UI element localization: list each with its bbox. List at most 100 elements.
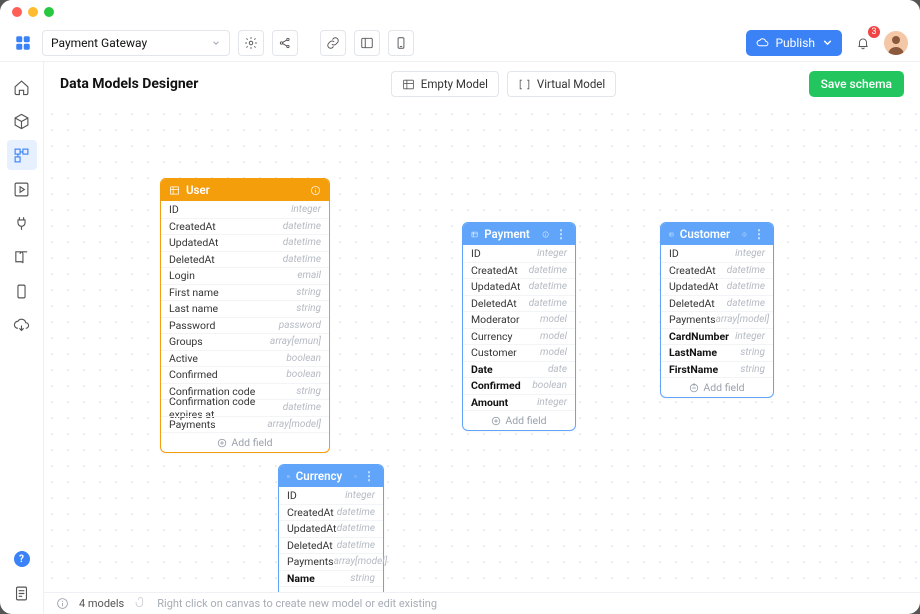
settings-button[interactable] — [238, 30, 264, 56]
field-row[interactable]: Confirmedboolean — [161, 366, 329, 383]
field-row[interactable]: Paymentsarray[model] — [661, 311, 773, 328]
sidebar-item-home[interactable] — [7, 72, 37, 102]
status-hint: Right click on canvas to create new mode… — [157, 597, 437, 610]
field-row[interactable]: IDinteger — [279, 487, 383, 504]
field-row[interactable]: Groupsarray[emun] — [161, 333, 329, 350]
field-row[interactable]: First namestring — [161, 284, 329, 301]
publish-button[interactable]: Publish — [746, 30, 842, 56]
sidebar-item-cube[interactable] — [7, 106, 37, 136]
field-row[interactable]: Paymentsarray[model] — [279, 553, 383, 570]
app-logo-icon[interactable] — [12, 32, 34, 54]
model-card-customer[interactable]: Customer ⋮ IDintegerCreatedAtdatetimeUpd… — [660, 222, 774, 398]
add-field-button[interactable]: Add field — [279, 586, 383, 592]
field-row[interactable]: Namestring — [279, 570, 383, 587]
field-name: Currency — [471, 330, 512, 343]
model-header-currency[interactable]: Currency ⋮ — [279, 465, 383, 487]
field-row[interactable]: Paymentsarray[model] — [161, 416, 329, 433]
field-row[interactable]: LastNamestring — [661, 344, 773, 361]
design-canvas[interactable]: User IDintegerCreatedAtdatetimeUpdatedAt… — [44, 106, 920, 592]
model-card-payment[interactable]: Payment ⋮ IDintegerCreatedAtdatetimeUpda… — [462, 222, 576, 431]
field-name: DeletedAt — [287, 539, 333, 552]
kebab-icon[interactable]: ⋮ — [555, 228, 567, 240]
sidebar-item-data-models[interactable] — [7, 140, 37, 170]
kebab-icon[interactable]: ⋮ — [753, 228, 765, 240]
field-row[interactable]: DeletedAtdatetime — [463, 295, 575, 312]
field-row[interactable]: Passwordpassword — [161, 317, 329, 334]
kebab-icon[interactable]: ⋮ — [363, 470, 375, 482]
field-row[interactable]: Activeboolean — [161, 350, 329, 367]
field-row[interactable]: Confirmation code expires atdatetime — [161, 399, 329, 416]
field-name: Payments — [669, 313, 716, 326]
topbar: Payment Gateway Publish 3 — [0, 24, 920, 62]
mobile-view-button[interactable] — [388, 30, 414, 56]
field-name: ID — [287, 489, 297, 502]
info-icon[interactable] — [310, 185, 321, 196]
sidebar-item-play[interactable] — [7, 174, 37, 204]
panel-left-button[interactable] — [354, 30, 380, 56]
field-name: Payments — [287, 555, 334, 568]
model-title-user: User — [186, 183, 210, 197]
info-icon[interactable] — [542, 229, 549, 240]
field-row[interactable]: UpdatedAtdatetime — [161, 234, 329, 251]
sidebar-help-button[interactable]: ? — [7, 544, 37, 574]
add-field-button[interactable]: Add field — [661, 377, 773, 397]
field-row[interactable]: CreatedAtdatetime — [661, 262, 773, 279]
field-type: array[model] — [716, 314, 770, 325]
link-button[interactable] — [320, 30, 346, 56]
window-close-icon[interactable] — [12, 7, 22, 17]
field-row[interactable]: Confirmedboolean — [463, 377, 575, 394]
empty-model-button[interactable]: Empty Model — [391, 71, 499, 97]
field-row[interactable]: CreatedAtdatetime — [279, 504, 383, 521]
field-name: DeletedAt — [169, 253, 215, 266]
field-row[interactable]: CreatedAtdatetime — [161, 218, 329, 235]
model-card-user[interactable]: User IDintegerCreatedAtdatetimeUpdatedAt… — [160, 178, 330, 453]
mobile-icon — [394, 36, 408, 50]
field-row[interactable]: Amountinteger — [463, 394, 575, 411]
model-header-customer[interactable]: Customer ⋮ — [661, 223, 773, 245]
field-row[interactable]: Loginemail — [161, 267, 329, 284]
model-header-user[interactable]: User — [161, 179, 329, 201]
field-row[interactable]: Currencymodel — [463, 328, 575, 345]
model-card-currency[interactable]: Currency ⋮ IDintegerCreatedAtdatetimeUpd… — [278, 464, 384, 592]
model-header-payment[interactable]: Payment ⋮ — [463, 223, 575, 245]
project-select[interactable]: Payment Gateway — [42, 30, 230, 56]
sidebar-item-cloud[interactable] — [7, 310, 37, 340]
sidebar-docs-button[interactable] — [7, 578, 37, 608]
save-schema-button[interactable]: Save schema — [809, 71, 904, 97]
field-row[interactable]: DeletedAtdatetime — [661, 295, 773, 312]
field-row[interactable]: CreatedAtdatetime — [463, 262, 575, 279]
field-row[interactable]: UpdatedAtdatetime — [463, 278, 575, 295]
field-row[interactable]: Moderatormodel — [463, 311, 575, 328]
field-type: datetime — [529, 298, 567, 309]
field-row[interactable]: IDinteger — [463, 245, 575, 262]
field-row[interactable]: DeletedAtdatetime — [161, 251, 329, 268]
sidebar-item-book[interactable] — [7, 242, 37, 272]
field-row[interactable]: DeletedAtdatetime — [279, 537, 383, 554]
info-icon[interactable] — [742, 229, 747, 240]
field-type: integer — [735, 331, 765, 342]
user-avatar[interactable] — [884, 31, 908, 55]
publish-label: Publish — [775, 36, 815, 50]
field-row[interactable]: Last namestring — [161, 300, 329, 317]
field-row[interactable]: Datedate — [463, 361, 575, 378]
add-field-button[interactable]: Add field — [161, 432, 329, 452]
notifications-button[interactable]: 3 — [850, 30, 876, 56]
field-row[interactable]: FirstNamestring — [661, 361, 773, 378]
sidebar-item-plug[interactable] — [7, 208, 37, 238]
plus-circle-icon — [689, 383, 699, 393]
field-row[interactable]: CardNumberinteger — [661, 328, 773, 345]
window-maximize-icon[interactable] — [44, 7, 54, 17]
share-button[interactable] — [272, 30, 298, 56]
info-icon[interactable] — [354, 471, 357, 482]
virtual-model-button[interactable]: Virtual Model — [507, 71, 616, 97]
window-minimize-icon[interactable] — [28, 7, 38, 17]
play-icon — [13, 181, 30, 198]
field-row[interactable]: IDinteger — [661, 245, 773, 262]
sidebar-item-device[interactable] — [7, 276, 37, 306]
add-field-button[interactable]: Add field — [463, 410, 575, 430]
field-row[interactable]: IDinteger — [161, 201, 329, 218]
field-row[interactable]: UpdatedAtdatetime — [279, 520, 383, 537]
cube-icon — [13, 113, 30, 130]
field-row[interactable]: Customermodel — [463, 344, 575, 361]
field-row[interactable]: UpdatedAtdatetime — [661, 278, 773, 295]
